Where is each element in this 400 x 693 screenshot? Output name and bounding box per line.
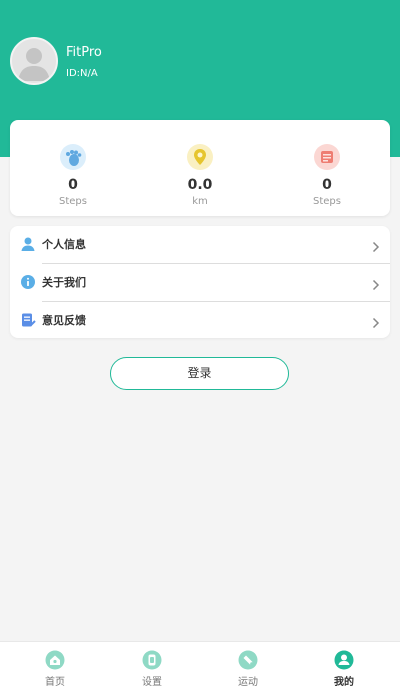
login-button[interactable]: 登录 xyxy=(110,357,289,390)
menu-card: 个人信息 关于我们 意见反馈 xyxy=(10,226,390,338)
user-id: ID:N/A xyxy=(66,68,98,79)
steps-unit: Steps xyxy=(59,196,87,207)
home-icon xyxy=(45,650,65,670)
bottom-tab-bar: 首页 设置 运动 我的 xyxy=(0,641,400,693)
default-avatar-icon xyxy=(12,39,56,83)
tab-label: 我的 xyxy=(334,677,354,688)
chevron-right-icon xyxy=(372,314,380,329)
sport-icon xyxy=(238,650,258,670)
tab-sport[interactable]: 运动 xyxy=(198,642,298,693)
footprint-icon xyxy=(60,144,86,170)
tab-label: 首页 xyxy=(45,677,65,688)
menu-item-label: 个人信息 xyxy=(42,238,86,251)
menu-item-label: 关于我们 xyxy=(42,276,86,289)
calorie-icon xyxy=(314,144,340,170)
steps-value: 0 xyxy=(68,177,78,193)
menu-item-feedback[interactable]: 意见反馈 xyxy=(10,302,390,339)
tab-label: 设置 xyxy=(142,677,162,688)
distance-value: 0.0 xyxy=(187,177,213,193)
stat-calories[interactable]: 0 Steps xyxy=(264,120,390,216)
location-icon xyxy=(187,144,213,170)
person-icon xyxy=(20,236,36,252)
profile-icon xyxy=(334,650,354,670)
stat-steps[interactable]: 0 Steps xyxy=(10,120,136,216)
info-icon xyxy=(20,274,36,290)
watch-icon xyxy=(142,650,162,670)
menu-item-label: 意见反馈 xyxy=(42,314,86,327)
calories-value: 0 xyxy=(322,177,332,193)
menu-item-personal-info[interactable]: 个人信息 xyxy=(10,226,390,263)
tab-home[interactable]: 首页 xyxy=(5,642,105,693)
stat-distance[interactable]: 0.0 km xyxy=(137,120,263,216)
distance-unit: km xyxy=(192,196,208,207)
chevron-right-icon xyxy=(372,238,380,253)
tab-settings[interactable]: 设置 xyxy=(102,642,202,693)
menu-item-about-us[interactable]: 关于我们 xyxy=(10,264,390,301)
stats-card: 0 Steps 0.0 km 0 Steps xyxy=(10,120,390,216)
calories-unit: Steps xyxy=(313,196,341,207)
chevron-right-icon xyxy=(372,276,380,291)
avatar[interactable] xyxy=(10,37,58,85)
user-name: FitPro xyxy=(66,45,102,60)
tab-mine[interactable]: 我的 xyxy=(294,642,394,693)
feedback-icon xyxy=(20,312,36,328)
tab-label: 运动 xyxy=(238,677,258,688)
